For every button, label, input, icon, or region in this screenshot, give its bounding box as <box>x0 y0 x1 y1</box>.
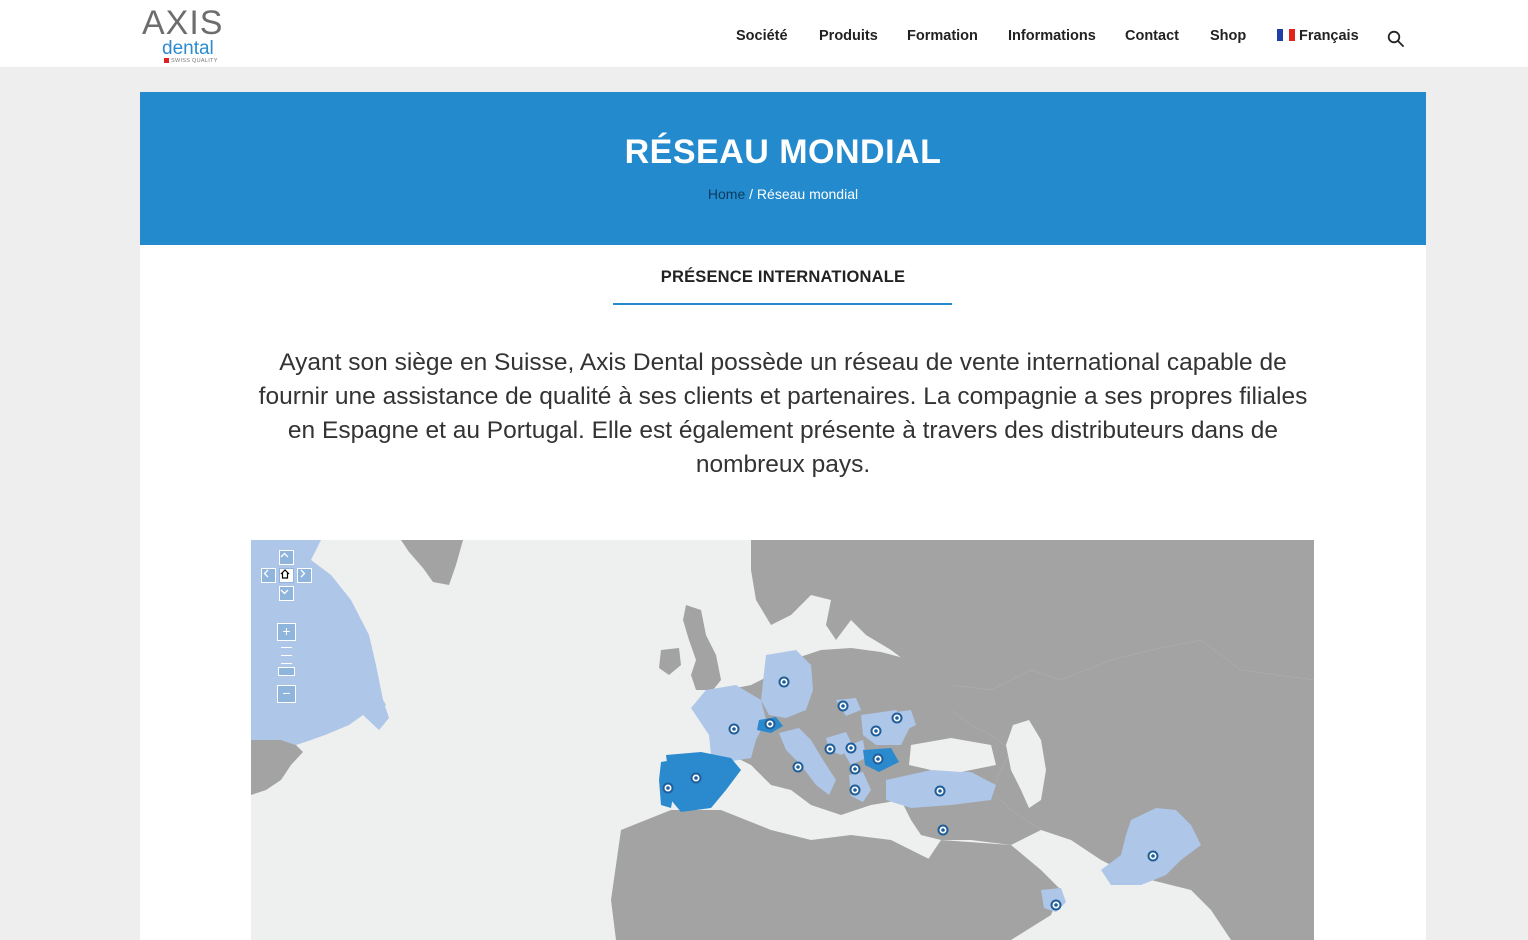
nav-informations[interactable]: Informations <box>1008 28 1096 44</box>
chevron-right-icon <box>300 569 306 578</box>
chevron-down-icon <box>280 589 289 595</box>
nav-contact[interactable]: Contact <box>1125 28 1179 44</box>
zoom-level-mark[interactable] <box>281 663 292 664</box>
search-icon[interactable] <box>1387 30 1405 48</box>
intro-paragraph: Ayant son siège en Suisse, Axis Dental p… <box>258 349 1308 478</box>
region-africa <box>611 810 951 940</box>
map-canvas[interactable] <box>251 540 1314 940</box>
nav-produits[interactable]: Produits <box>819 28 878 44</box>
pan-down-button[interactable] <box>279 586 294 601</box>
language-switcher[interactable]: Français <box>1277 28 1359 44</box>
nav-formation[interactable]: Formation <box>907 28 978 44</box>
pan-right-button[interactable] <box>297 568 312 583</box>
zoom-level-mark[interactable] <box>281 647 292 648</box>
nav-shop[interactable]: Shop <box>1210 28 1246 44</box>
country-usa <box>251 740 303 795</box>
language-label: Français <box>1299 28 1359 44</box>
breadcrumb: Home / Réseau mondial <box>140 186 1426 202</box>
greenland <box>401 540 463 585</box>
zoom-level-mark[interactable] <box>281 655 292 656</box>
logo-sub: dental <box>162 38 214 59</box>
page-title: RÉSEAU MONDIAL <box>624 133 942 171</box>
chevron-up-icon <box>280 552 289 558</box>
home-icon <box>280 569 290 579</box>
chevron-left-icon <box>263 569 269 578</box>
country-uk <box>683 605 721 690</box>
pan-up-button[interactable] <box>279 550 294 565</box>
zoom-control: + − <box>277 623 296 703</box>
pan-left-button[interactable] <box>261 568 276 583</box>
swiss-flag-icon <box>164 58 169 64</box>
world-network-map[interactable]: + − <box>251 540 1314 940</box>
logo-tagline: SWISS QUALITY <box>164 58 218 64</box>
nav-societe[interactable]: Société <box>736 28 788 44</box>
axis-dental-logo[interactable]: AXIS dental SWISS QUALITY <box>140 4 230 66</box>
zoom-in-button[interactable]: + <box>277 623 296 641</box>
top-navigation-bar: AXIS dental SWISS QUALITY Société Produi… <box>0 0 1528 67</box>
country-spain[interactable] <box>666 752 741 812</box>
zoom-slider-handle[interactable] <box>278 667 295 676</box>
breadcrumb-current: Réseau mondial <box>756 186 859 202</box>
zoom-out-button[interactable]: − <box>277 685 296 703</box>
heading-underline <box>613 303 952 305</box>
page-hero-banner: RÉSEAU MONDIAL Home / Réseau mondial <box>140 92 1426 245</box>
breadcrumb-home[interactable]: Home <box>708 186 745 202</box>
country-ireland <box>659 648 681 675</box>
section-heading: PRÉSENCE INTERNATIONALE <box>660 268 906 286</box>
map-home-button[interactable] <box>279 568 294 583</box>
breadcrumb-separator: / <box>749 186 754 202</box>
france-flag-icon <box>1277 29 1295 41</box>
main-content: PRÉSENCE INTERNATIONALE Ayant son siège … <box>140 245 1426 940</box>
